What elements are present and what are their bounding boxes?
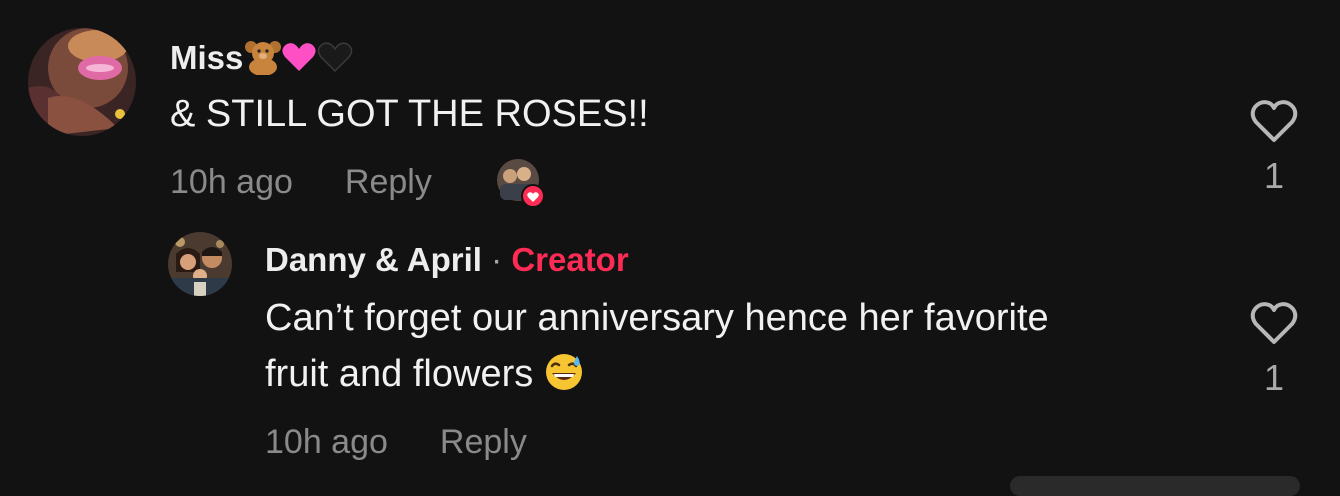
- heart-outline-icon[interactable]: [1249, 98, 1299, 144]
- avatar[interactable]: [28, 28, 136, 136]
- creator-liked-icon: [497, 159, 545, 208]
- like-count: 1: [1263, 155, 1285, 196]
- comment-text-line1: Can’t forget our anniversary hence her f…: [265, 297, 1049, 339]
- comment-text: & STILL GOT THE ROSES!!: [170, 93, 649, 135]
- comment-text: Can’t forget our anniversary hence her f…: [265, 290, 1225, 402]
- heart-outline-icon[interactable]: [1249, 300, 1299, 346]
- like-control[interactable]: 1: [1244, 300, 1304, 398]
- reply-button[interactable]: Reply: [440, 423, 527, 461]
- black-heart-emoji: [318, 42, 353, 73]
- username-text: Miss: [170, 39, 244, 76]
- like-count: 1: [1263, 357, 1285, 398]
- comment-time: 10h ago: [170, 163, 293, 201]
- comment-username[interactable]: Danny & April · Creator: [265, 240, 629, 280]
- creator-liked-badge: [496, 158, 545, 208]
- creator-badge: Creator: [511, 241, 629, 278]
- teddy-bear-emoji: [245, 41, 282, 76]
- comment-meta: 10h ago Reply: [170, 162, 432, 202]
- comment-meta: 10h ago Reply: [265, 422, 527, 462]
- comment-time: 10h ago: [265, 423, 388, 461]
- reply-button[interactable]: Reply: [345, 163, 432, 201]
- partial-bottom-bar: [1010, 476, 1300, 496]
- username-text: Danny & April: [265, 241, 482, 278]
- like-control[interactable]: 1: [1244, 98, 1304, 196]
- avatar[interactable]: [168, 232, 232, 296]
- comment-username[interactable]: Miss: [170, 38, 355, 78]
- avatar-image: [28, 28, 136, 136]
- avatar-image: [168, 232, 232, 296]
- separator-dot: ·: [491, 241, 503, 278]
- grinning-face-with-sweat-icon: [545, 354, 582, 390]
- comment-text-line2: fruit and flowers: [265, 353, 534, 395]
- pink-heart-emoji: [282, 43, 316, 71]
- username-emojis: [245, 41, 353, 76]
